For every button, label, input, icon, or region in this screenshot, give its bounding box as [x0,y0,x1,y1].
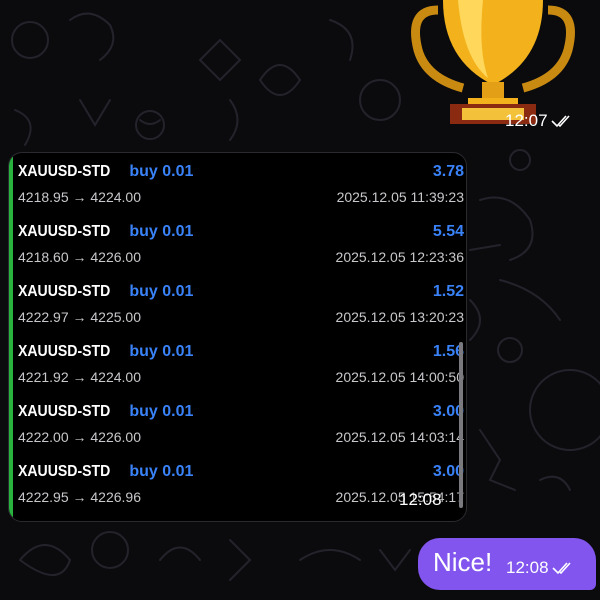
trade-side: buy 0.01 [129,403,194,420]
quote-accent-bar [9,157,13,517]
chat-area: 12:07 XAUUSD-STD buy 0.01 3.78 4218.95 →… [0,0,600,600]
double-check-icon [550,115,570,128]
trade-profit: 3.78 [432,163,464,180]
trade-timestamp: 2025.12.05 11:39:23 [336,189,464,205]
trade-item: XAUUSD-STD buy 0.01 1.56 4221.92 → 4224.… [18,337,464,397]
trade-symbol: XAUUSD-STD [18,463,111,480]
message-timestamp: 12:08 [506,558,574,578]
trade-side: buy 0.01 [129,463,194,480]
trade-prices: 4222.97 → 4225.00 [18,309,141,325]
trade-timestamp: 2025.12.05 13:20:23 [335,309,464,325]
trade-prices: 4221.92 → 4224.00 [18,369,141,385]
trade-item: XAUUSD-STD buy 0.01 3.00 4222.95 → 4226.… [18,457,464,517]
trade-prices: 4222.95 → 4226.96 [18,489,141,505]
trade-prices: 4222.00 → 4226.00 [18,429,141,445]
trade-timestamp: 2025.12.05 14:03:14 [335,429,464,445]
message-timestamp: 12:08 [399,490,442,509]
message-scrollbar[interactable] [459,342,463,508]
trade-item: XAUUSD-STD buy 0.01 3.78 4218.95 → 4224.… [18,157,464,217]
trade-symbol: XAUUSD-STD [18,283,111,300]
trade-item: XAUUSD-STD buy 0.01 3.00 4222.00 → 4226.… [18,397,464,457]
trade-item: XAUUSD-STD buy 0.01 5.54 4218.60 → 4226.… [18,217,464,277]
trade-symbol: XAUUSD-STD [18,223,111,240]
trade-profit: 5.54 [432,223,464,240]
trade-message-bubble[interactable]: XAUUSD-STD buy 0.01 3.78 4218.95 → 4224.… [8,152,467,522]
trade-symbol: XAUUSD-STD [18,403,111,420]
message-text: Nice! [433,547,493,577]
trade-profit: 1.52 [432,283,464,300]
sticker-timestamp: 12:07 [505,111,573,131]
trade-prices: 4218.95 → 4224.00 [18,189,141,205]
trade-timestamp: 2025.12.05 12:23:36 [335,249,464,265]
trade-side: buy 0.01 [129,223,194,240]
trade-item: XAUUSD-STD buy 0.01 1.52 4222.97 → 4225.… [18,277,464,337]
trade-side: buy 0.01 [129,283,194,300]
trophy-icon[interactable] [408,0,578,128]
trade-timestamp: 2025.12.05 14:00:50 [335,369,464,385]
double-check-icon [551,562,571,575]
trade-symbol: XAUUSD-STD [18,163,111,180]
outgoing-message-bubble[interactable]: Nice! 12:08 [418,538,596,590]
trade-side: buy 0.01 [129,343,194,360]
trade-prices: 4218.60 → 4226.00 [18,249,141,265]
trade-side: buy 0.01 [129,163,194,180]
trade-symbol: XAUUSD-STD [18,343,111,360]
